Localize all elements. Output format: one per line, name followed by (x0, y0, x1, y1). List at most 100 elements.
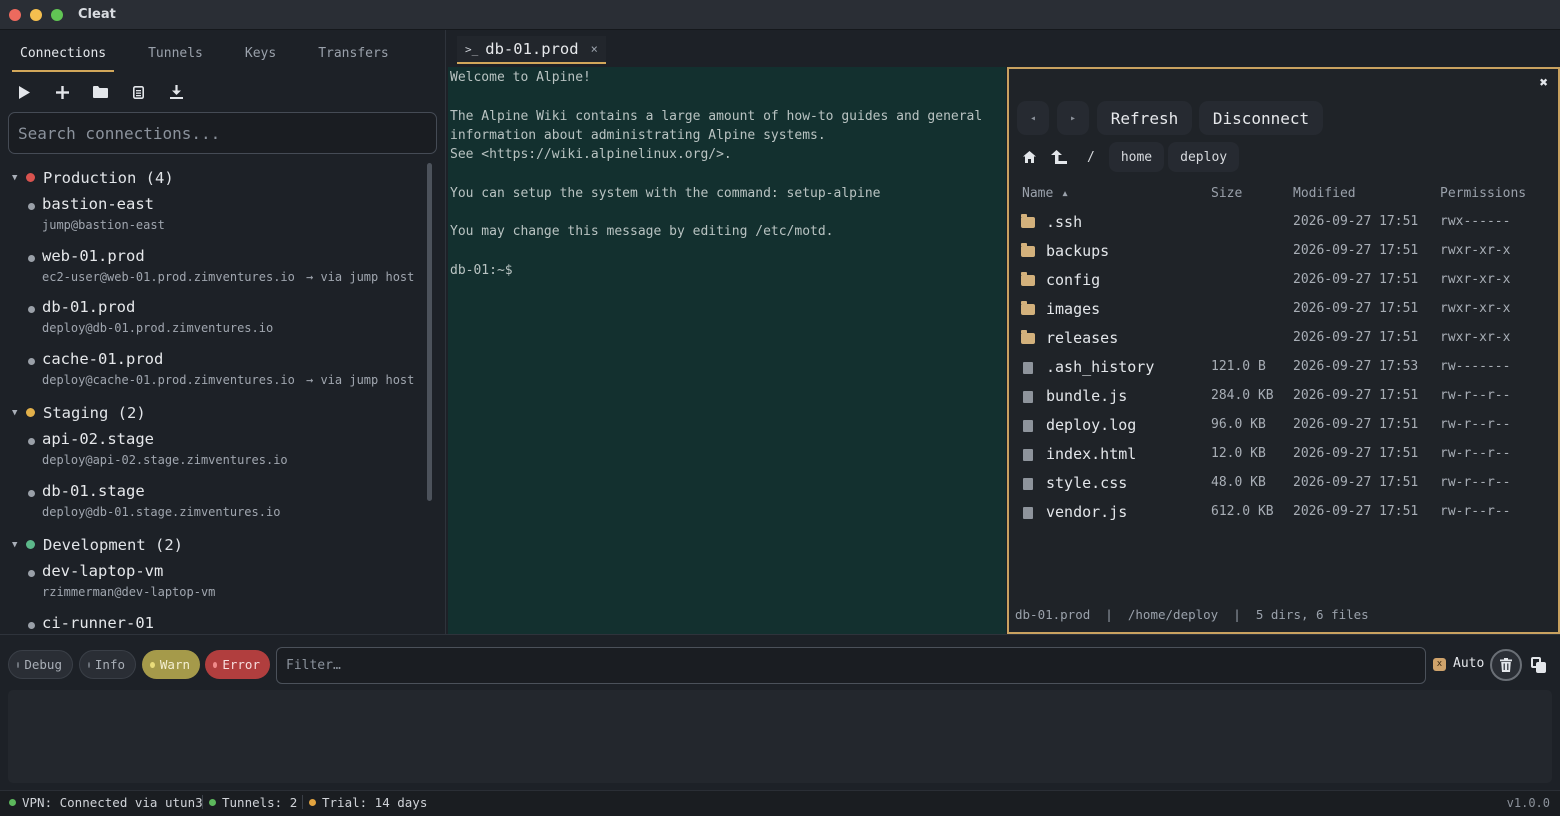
tab-connections[interactable]: Connections (12, 44, 115, 72)
file-row[interactable]: .ash_history 121.0 B 2026-09-27 17:53 rw---… (1009, 354, 1558, 383)
terminal-output[interactable]: Welcome to Alpine! The Alpine Wiki contai… (448, 67, 1006, 634)
terminal-tab-db-01-prod[interactable]: >_ db-01.prod × (457, 36, 606, 64)
file-row[interactable]: releases 2026-09-27 17:51 rwxr-xr-x (1009, 325, 1558, 354)
chevron-down-icon[interactable]: ▼ (12, 173, 26, 183)
column-header-size[interactable]: Size (1211, 186, 1242, 201)
sidebar-toolbar (10, 80, 200, 104)
file-modified: 2026-09-27 17:51 (1293, 214, 1419, 229)
tab-tunnels[interactable]: Tunnels (140, 44, 211, 72)
app-title: Cleat (78, 7, 116, 22)
file-permissions: rwx------ (1440, 214, 1511, 229)
auto-scroll-checkbox[interactable]: x (1433, 658, 1446, 671)
breadcrumb-home[interactable]: home (1108, 142, 1165, 172)
connection-item[interactable]: db-01.prod deploy@db-01.prod.zimventures.… (0, 295, 425, 347)
file-icon (1023, 478, 1033, 490)
connection-status-dot (28, 570, 35, 577)
close-panel-icon[interactable]: ✖ (1540, 75, 1548, 91)
file-name: config (1046, 271, 1101, 289)
connect-button[interactable] (10, 80, 38, 104)
terminal-line: Welcome to Alpine! (450, 70, 591, 85)
file-row[interactable]: .ssh 2026-09-27 17:51 rwx------ (1009, 209, 1558, 238)
log-panel: Debug Info Warn Error x Auto (0, 634, 1560, 790)
file-modified: 2026-09-27 17:51 (1293, 330, 1419, 345)
trash-icon (1500, 658, 1512, 672)
chevron-down-icon[interactable]: ▼ (12, 408, 26, 418)
log-level-info[interactable]: Info (79, 650, 136, 679)
connection-group[interactable]: ▼ Staging (2) (0, 398, 425, 427)
window-close-button[interactable] (9, 9, 21, 21)
file-row[interactable]: bundle.js 284.0 KB 2026-09-27 17:51 rw-r--r… (1009, 383, 1558, 412)
close-tab-icon[interactable]: × (591, 42, 598, 56)
terminal-tab-label: db-01.prod (485, 40, 579, 58)
file-row[interactable]: deploy.log 96.0 KB 2026-09-27 17:51 rw-r--r… (1009, 412, 1558, 441)
connection-group[interactable]: ▼ Development (2) (0, 530, 425, 559)
new-group-button[interactable] (86, 80, 114, 104)
export-button[interactable] (162, 80, 190, 104)
import-config-button[interactable] (124, 80, 152, 104)
level-dot (88, 661, 90, 668)
connection-item[interactable]: ci-runner-01 (0, 611, 425, 635)
file-row[interactable]: index.html 12.0 KB 2026-09-27 17:51 rw-r--r… (1009, 441, 1558, 470)
forward-button[interactable]: ▸ (1057, 101, 1089, 135)
log-level-debug[interactable]: Debug (8, 650, 73, 679)
log-level-warn[interactable]: Warn (142, 650, 200, 679)
connection-item[interactable]: bastion-east jump@bastion-east (0, 192, 425, 244)
column-header-name[interactable]: Name ▴ (1022, 186, 1069, 201)
app-version: v1.0.0 (1506, 796, 1550, 810)
column-header-permissions[interactable]: Permissions (1440, 186, 1526, 201)
sidebar-scrollbar[interactable] (427, 163, 432, 501)
breadcrumb-root[interactable]: / (1077, 142, 1105, 172)
window-minimize-button[interactable] (30, 9, 42, 21)
group-color-dot (26, 408, 35, 417)
connection-item[interactable]: db-01.stage deploy@db-01.stage.zimventure… (0, 479, 425, 531)
file-name: vendor.js (1046, 503, 1128, 521)
connection-item[interactable]: api-02.stage deploy@api-02.stage.zimventu… (0, 427, 425, 479)
level-dot (150, 661, 155, 668)
chevron-down-icon[interactable]: ▼ (12, 540, 26, 550)
log-output[interactable] (8, 690, 1552, 783)
refresh-button[interactable]: Refresh (1097, 101, 1192, 135)
file-row[interactable]: backups 2026-09-27 17:51 rwxr-xr-x (1009, 238, 1558, 267)
file-row[interactable]: images 2026-09-27 17:51 rwxr-xr-x (1009, 296, 1558, 325)
file-modified: 2026-09-27 17:51 (1293, 504, 1419, 519)
connection-name: bastion-east (42, 195, 154, 213)
file-permissions: rw------- (1440, 359, 1511, 374)
connection-status-dot (28, 438, 35, 445)
window-maximize-button[interactable] (51, 9, 63, 21)
connection-item[interactable]: web-01.prod ec2-user@web-01.prod.zimventu… (0, 244, 425, 296)
file-name: releases (1046, 329, 1119, 347)
home-icon[interactable] (1017, 143, 1041, 171)
parent-directory-icon[interactable] (1047, 143, 1071, 171)
log-filter-input[interactable] (276, 647, 1426, 684)
file-row[interactable]: config 2026-09-27 17:51 rwxr-xr-x (1009, 267, 1558, 296)
tab-keys[interactable]: Keys (237, 44, 284, 72)
file-row[interactable]: vendor.js 612.0 KB 2026-09-27 17:51 rw-r--r… (1009, 499, 1558, 528)
file-row[interactable]: style.css 48.0 KB 2026-09-27 17:51 rw-r--r-… (1009, 470, 1558, 499)
disconnect-button[interactable]: Disconnect (1199, 101, 1323, 135)
document-icon (132, 85, 144, 99)
new-connection-button[interactable] (48, 80, 76, 104)
copy-log-button[interactable] (1530, 656, 1548, 674)
search-connections-input[interactable] (8, 112, 437, 154)
tab-transfers[interactable]: Transfers (310, 44, 396, 72)
connection-item[interactable]: dev-laptop-vm rzimmerman@dev-laptop-vm (0, 559, 425, 611)
status-divider (202, 795, 203, 809)
clear-log-button[interactable] (1490, 649, 1522, 681)
download-icon (169, 85, 183, 99)
file-permissions: rwxr-xr-x (1440, 330, 1511, 345)
column-header-modified[interactable]: Modified (1293, 186, 1356, 201)
vpn-status: VPN: Connected via utun3 (9, 795, 203, 810)
connection-item[interactable]: cache-01.prod deploy@cache-01.prod.zimven… (0, 347, 425, 399)
file-icon (1023, 391, 1033, 403)
terminal-line: You can setup the system with the comman… (450, 185, 881, 201)
back-button[interactable]: ◂ (1017, 101, 1049, 135)
folder-icon (92, 86, 108, 98)
connection-group[interactable]: ▼ Production (4) (0, 163, 425, 192)
breadcrumb: / home deploy (1017, 141, 1243, 173)
log-level-error[interactable]: Error (205, 650, 270, 679)
group-label: Development (2) (43, 535, 183, 554)
file-icon (1023, 507, 1033, 519)
breadcrumb-deploy[interactable]: deploy (1168, 142, 1240, 172)
file-modified: 2026-09-27 17:51 (1293, 446, 1419, 461)
